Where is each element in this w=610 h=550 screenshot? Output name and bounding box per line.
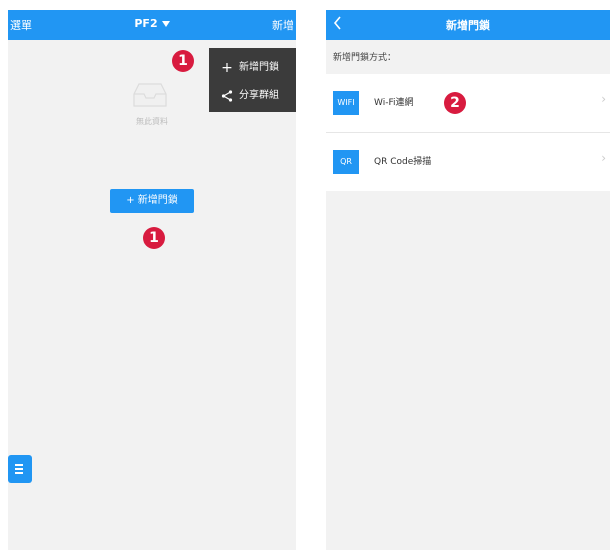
chevron-right-icon: › <box>601 92 606 106</box>
add-lock-screen: 新增門鎖 新增門鎖方式： WIFI Wi-Fi連網 › QR QR Code掃描… <box>326 10 610 550</box>
step-badge-1-button: 1 <box>143 227 165 249</box>
method-label: QR Code掃描 <box>374 157 432 167</box>
step-badge-1: 1 <box>172 50 194 72</box>
group-title: PF2 <box>134 17 158 30</box>
menu-item-label: 分享群組 <box>239 90 279 101</box>
menu-item-label: 新增門鎖 <box>239 62 279 73</box>
plus-icon: + <box>221 60 233 76</box>
caret-down-icon <box>161 21 170 27</box>
lock-list-screen: 選單 PF2 新增 無此資料 + 新增門鎖 + 新增門鎖 分享群組 1 1 <box>8 10 296 550</box>
chevron-right-icon: › <box>601 151 606 165</box>
method-qr-code[interactable]: QR QR Code掃描 › <box>326 133 610 191</box>
floating-menu-button[interactable] <box>8 455 32 483</box>
top-nav-bar: 新增門鎖 <box>326 10 610 40</box>
method-wifi[interactable]: WIFI Wi-Fi連網 › <box>326 74 610 132</box>
menu-item-share-group[interactable]: 分享群組 <box>209 82 296 110</box>
step-badge-2: 2 <box>444 92 466 114</box>
qr-tag-icon: QR <box>333 150 359 174</box>
add-menu-button[interactable]: 新增 <box>272 17 294 33</box>
section-label: 新增門鎖方式： <box>333 53 397 63</box>
empty-state-text: 無此資料 <box>136 117 168 126</box>
menu-item-add-lock[interactable]: + 新增門鎖 <box>209 54 296 82</box>
method-label: Wi-Fi連網 <box>374 98 414 108</box>
add-dropdown-menu: + 新增門鎖 分享群組 <box>209 48 296 112</box>
page-title: 新增門鎖 <box>446 19 490 32</box>
inbox-icon <box>133 83 167 107</box>
add-lock-button[interactable]: + 新增門鎖 <box>110 189 194 213</box>
wifi-tag-icon: WIFI <box>333 91 359 115</box>
share-icon <box>221 90 233 102</box>
group-selector[interactable]: PF2 <box>8 17 296 30</box>
top-nav-bar: 選單 PF2 新增 <box>8 10 296 40</box>
